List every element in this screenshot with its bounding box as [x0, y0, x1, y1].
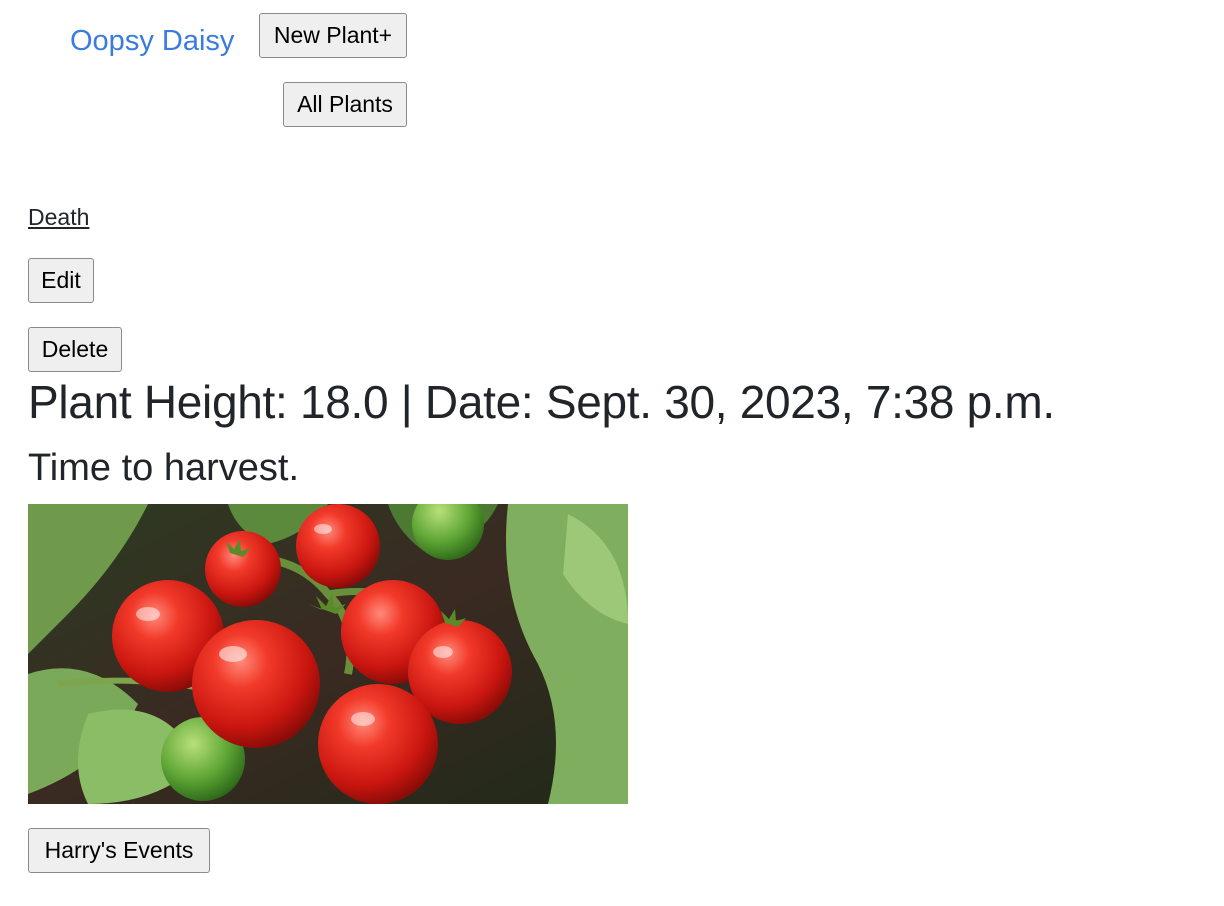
harrys-events-button[interactable]: Harry's Events	[28, 828, 210, 873]
tomato-image	[28, 504, 628, 804]
event-type-link[interactable]: Death	[28, 202, 89, 232]
all-plants-button[interactable]: All Plants	[283, 82, 407, 127]
page: Oopsy Daisy New Plant+ All Plants Death …	[0, 0, 1224, 906]
event-heading: Plant Height: 18.0 | Date: Sept. 30, 202…	[28, 376, 1055, 428]
new-plant-button[interactable]: New Plant+	[259, 13, 407, 58]
brand-link[interactable]: Oopsy Daisy	[70, 22, 234, 60]
delete-button[interactable]: Delete	[28, 327, 122, 372]
event-note: Time to harvest.	[28, 447, 300, 489]
edit-button[interactable]: Edit	[28, 258, 94, 303]
